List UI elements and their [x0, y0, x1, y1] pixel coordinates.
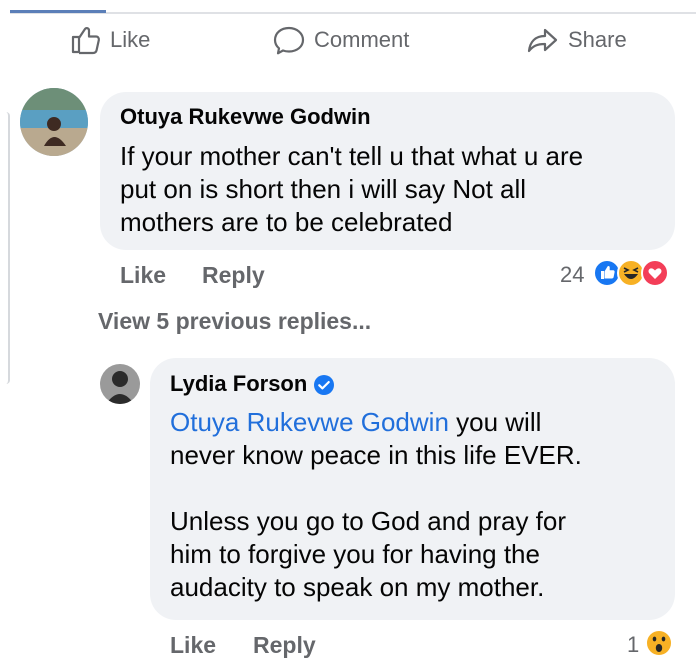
wow-reaction-icon [645, 629, 673, 657]
like-label: Like [110, 27, 151, 52]
verified-badge-icon [314, 375, 335, 396]
comment-author-otuya[interactable]: Otuya Rukevwe Godwin [120, 104, 371, 130]
divider-accent [10, 10, 106, 13]
post-action-bar: Like Comment Share [0, 22, 696, 58]
comment-text-otuya: If your mother can't tell u that what u … [120, 141, 584, 237]
reply-reaction-count[interactable]: 1 [627, 632, 639, 658]
thread-line [0, 112, 10, 384]
love-reaction-icon [641, 259, 669, 287]
share-label: Share [568, 27, 627, 52]
reply-author-lydia[interactable]: Lydia Forson [170, 371, 335, 397]
avatar-lydia[interactable] [100, 364, 140, 404]
reply-reply-button[interactable]: Reply [253, 632, 316, 659]
post-divider [10, 10, 696, 14]
reply-author-name: Lydia Forson [170, 371, 308, 396]
view-previous-replies-link[interactable]: View 5 previous replies... [98, 308, 371, 335]
reply-like-button[interactable]: Like [170, 632, 216, 659]
share-icon [527, 28, 558, 53]
comment-icon [273, 26, 305, 55]
comment-reaction-count[interactable]: 24 [560, 262, 584, 288]
share-button[interactable]: Share [526, 22, 627, 58]
mention-link[interactable]: Otuya Rukevwe Godwin [170, 407, 449, 437]
reply-text-lydia: Otuya Rukevwe Godwin you will never know… [170, 406, 665, 604]
like-button[interactable]: Like [68, 22, 150, 58]
thumbs-up-icon [71, 27, 100, 55]
avatar-otuya[interactable] [20, 88, 88, 156]
comment-like-button[interactable]: Like [120, 262, 166, 289]
comment-label: Comment [314, 27, 410, 52]
comment-reply-button[interactable]: Reply [202, 262, 265, 289]
comment-button[interactable]: Comment [272, 22, 409, 58]
